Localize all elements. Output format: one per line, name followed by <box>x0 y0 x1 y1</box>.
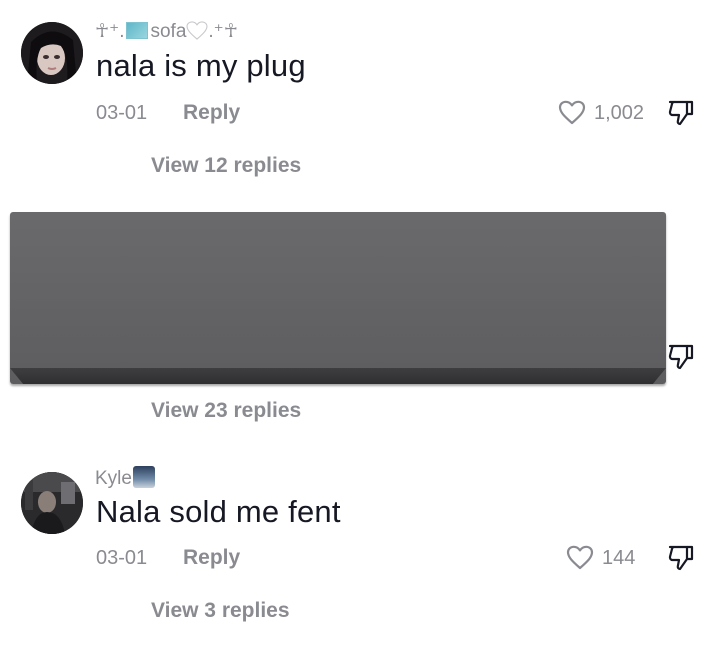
avatar[interactable] <box>21 472 83 534</box>
comment-text: nala is my plug <box>96 48 306 83</box>
view-replies-button[interactable]: View 23 replies <box>151 399 301 423</box>
flag-emoji-icon <box>126 22 149 39</box>
view-replies-button[interactable]: View 12 replies <box>151 154 301 178</box>
comment-date: 03-01 <box>96 102 148 124</box>
thumbs-down-icon[interactable] <box>667 99 695 127</box>
comment-date: 03-01 <box>96 547 148 569</box>
thumbs-down-icon[interactable] <box>667 544 695 572</box>
username[interactable]: Kyle <box>95 466 155 490</box>
heart-outline-icon[interactable] <box>566 545 594 570</box>
redacted-comment-block <box>10 212 666 384</box>
reply-button[interactable]: Reply <box>183 101 240 125</box>
username[interactable]: ☥⁺. sofa .⁺☥ <box>95 20 238 46</box>
heart-outline-icon[interactable] <box>558 100 586 125</box>
avatar[interactable] <box>21 22 83 84</box>
username-text: sofa <box>150 21 187 42</box>
thumbs-down-icon[interactable] <box>667 343 695 371</box>
comment-text: Nala sold me fent <box>96 494 341 529</box>
like-count: 1,002 <box>594 102 645 124</box>
city-night-emoji-icon <box>132 466 155 488</box>
username-prefix: ☥⁺. <box>95 21 125 42</box>
reply-button[interactable]: Reply <box>183 546 240 570</box>
username-suffix: .⁺☥ <box>208 21 238 42</box>
view-replies-button[interactable]: View 3 replies <box>151 599 290 623</box>
like-count: 144 <box>602 547 636 569</box>
white-heart-emoji-icon <box>186 21 208 46</box>
username-text: Kyle <box>95 468 132 489</box>
